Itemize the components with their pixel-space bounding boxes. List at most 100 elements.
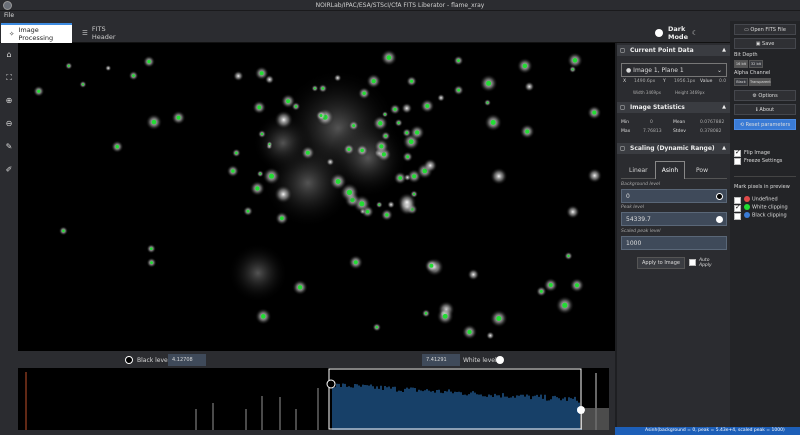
star [421,309,431,318]
histogram-bars [25,368,609,430]
reset-label: Reset parameters [745,122,791,128]
star [315,110,327,122]
mean-value: 0.0767882 [700,120,725,125]
flip-image-checkbox[interactable] [734,148,741,157]
zoom-out-icon[interactable]: ⊖ [4,119,14,129]
tab-pow[interactable]: Pow [696,167,708,174]
image-preview[interactable] [18,43,615,351]
star [226,164,240,178]
background-level-field[interactable]: 0 [621,189,727,203]
star [264,74,275,85]
star [110,140,124,153]
moon-icon: ☾ [692,29,698,37]
alpha-black[interactable]: Black [734,78,748,86]
star [402,151,414,163]
white-level-handle[interactable] [496,356,504,364]
save-button[interactable]: ▣ Save [734,38,796,49]
histogram-black-handle [326,379,336,389]
star [394,118,403,128]
menu-file[interactable]: File [4,12,14,19]
star [393,171,407,185]
star [232,70,244,82]
min-label: Min [621,120,629,125]
star [366,73,382,89]
zoom-in-icon[interactable]: ⊕ [4,96,14,106]
histogram[interactable] [18,368,609,430]
black-level-field[interactable]: 4.12708 [168,354,206,366]
white-clipping-label: White clipping [752,204,788,211]
stdev-label: Stdev [673,129,686,134]
plane-select[interactable]: ● Image 1, Plane 1 ⌄ [621,63,727,77]
star [519,123,535,140]
alpha-transparent[interactable]: Transparent [749,78,771,86]
tab-asinh[interactable]: Asinh [655,161,685,179]
star [249,180,266,197]
star [280,93,296,109]
auto-apply-label: Auto Apply [699,258,712,268]
star [490,167,508,185]
peak-level-field[interactable]: 54339.7 [621,212,727,226]
scaled-peak-field[interactable]: 1000 [621,236,727,250]
reset-parameters-button[interactable]: ⟲ Reset parameters [734,119,796,130]
home-icon[interactable]: ⌂ [4,50,14,60]
background-slider-handle[interactable] [716,193,723,200]
star [105,64,112,72]
black-clipping-checkbox[interactable] [734,213,741,220]
y-value: 1956.1px [674,79,696,84]
white-clipping-checkbox[interactable] [734,203,741,212]
star [252,100,267,115]
star [58,226,69,236]
star [587,168,603,184]
star [255,308,272,325]
star [262,167,281,186]
star [373,138,390,155]
star [516,57,534,75]
max-value: 7.76813 [643,129,662,134]
freeze-settings-checkbox[interactable] [734,158,741,165]
star [128,70,139,81]
current-point-header[interactable]: Current Point Data▲ [617,45,730,56]
star [453,84,464,96]
background-level-label: Background level [621,182,661,187]
star [483,99,492,107]
star [146,243,156,254]
bit-depth-16[interactable]: 16 bit [734,60,748,68]
scaled-peak-label: Scaled peak level [621,229,661,234]
tab-image-processing[interactable]: ✧ Image Processing [1,23,72,43]
bit-depth-32[interactable]: 32 bit [749,60,763,68]
save-label: Save [762,41,775,47]
star [333,74,342,82]
peak-slider-handle[interactable] [716,216,723,223]
open-fits-button[interactable]: ▭ Open FITS File [734,24,796,35]
star [79,80,87,89]
scaling-header[interactable]: Scaling (Dynamic Range)▲ [617,143,730,154]
fit-screen-icon[interactable]: ⛶ [4,73,14,83]
options-button[interactable]: ⚙ Options [734,90,796,101]
tab-fits-header[interactable]: ☰ FITS Header [74,23,134,43]
black-level-handle[interactable] [125,356,133,364]
star [348,254,364,270]
dark-mode-control: Dark Mode ☾ [655,23,698,43]
dark-mode-label: Dark Mode [668,25,688,41]
image-statistics-header[interactable]: Image Statistics▲ [617,102,730,113]
star [257,129,267,139]
star [343,143,355,156]
plane-select-value: Image 1, Plane 1 [633,67,684,74]
peak-level-value: 54339.7 [626,216,651,223]
white-level-field[interactable]: 7.41291 [422,354,460,366]
about-label: About [759,107,775,113]
tab-image-processing-label: Image Processing [18,26,54,42]
apply-to-image-button[interactable]: Apply to Image [637,257,685,269]
star [437,93,446,102]
star [266,140,273,148]
star [380,49,398,67]
about-button[interactable]: ℹ About [734,104,796,115]
eyedropper-plus-icon[interactable]: ✐ [4,165,14,175]
star [231,148,241,158]
star [467,268,480,281]
auto-apply-checkbox[interactable] [689,259,696,266]
star [171,110,186,125]
divider [734,176,796,177]
tab-linear[interactable]: Linear [629,167,648,174]
eyedropper-icon[interactable]: ✎ [4,142,14,152]
